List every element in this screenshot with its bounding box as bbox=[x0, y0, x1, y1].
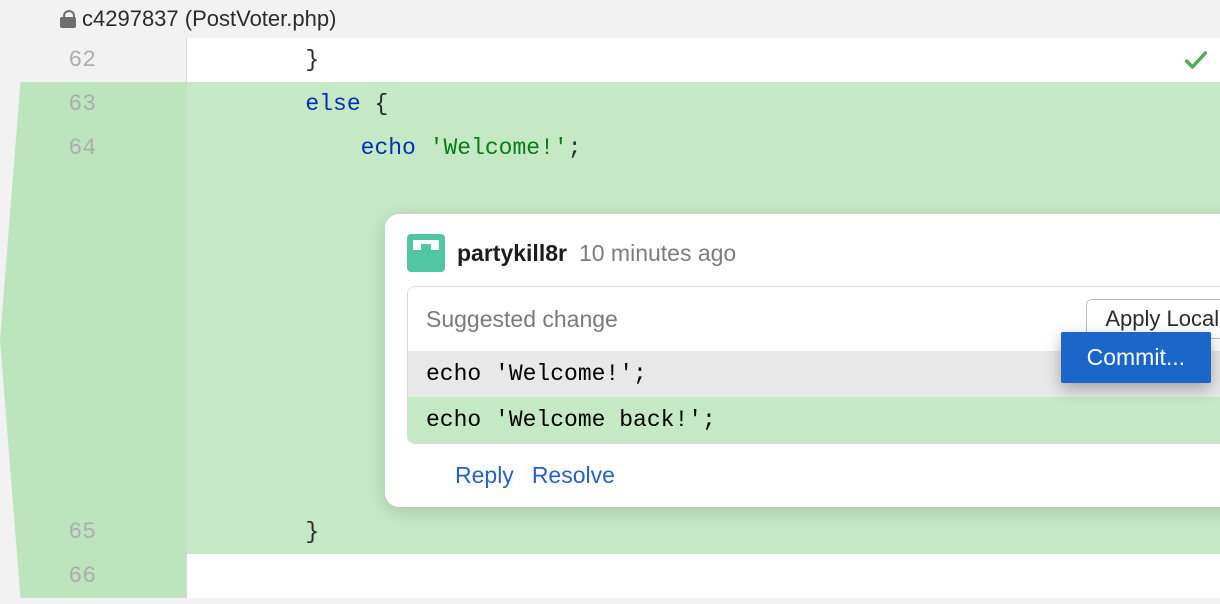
resolve-link[interactable]: Resolve bbox=[532, 462, 615, 489]
code-line: } bbox=[187, 38, 1220, 82]
review-comment-card: partykill8r 10 minutes ago Suggested cha… bbox=[385, 214, 1220, 507]
apply-dropdown-menu: Commit... bbox=[1061, 332, 1211, 383]
line-number: 65 bbox=[0, 510, 96, 554]
suggested-change-title: Suggested change bbox=[426, 306, 618, 333]
comment-actions: Reply Resolve bbox=[385, 444, 1220, 489]
comment-header: partykill8r 10 minutes ago bbox=[385, 234, 1220, 286]
code-semi: ; bbox=[568, 135, 582, 161]
editor-container: 62 63 64 65 66 } else { echo 'Welcome!';… bbox=[0, 38, 1220, 598]
commit-menu-item[interactable]: Commit... bbox=[1061, 332, 1211, 383]
code-fn: echo bbox=[361, 135, 416, 161]
comment-timestamp: 10 minutes ago bbox=[579, 240, 736, 267]
editor-tab[interactable]: c4297837 (PostVoter.php) bbox=[60, 6, 336, 32]
line-number: 62 bbox=[0, 38, 96, 82]
code-line bbox=[187, 554, 1220, 598]
code-brace: } bbox=[305, 47, 319, 73]
code-line-added: else { bbox=[187, 82, 1220, 126]
reply-link[interactable]: Reply bbox=[455, 462, 514, 489]
code-line-added: } bbox=[187, 510, 1220, 554]
tab-bar: c4297837 (PostVoter.php) bbox=[0, 0, 1220, 38]
gutter: 62 63 64 65 66 bbox=[0, 38, 186, 598]
line-number: 66 bbox=[0, 554, 96, 598]
inspection-ok-icon[interactable] bbox=[1182, 46, 1210, 74]
code-brace: { bbox=[361, 91, 389, 117]
code-brace: } bbox=[305, 519, 319, 545]
tab-label: c4297837 (PostVoter.php) bbox=[82, 6, 336, 32]
gutter-spacer bbox=[0, 170, 96, 510]
code-area[interactable]: } else { echo 'Welcome!'; } partykill8r … bbox=[186, 38, 1220, 598]
code-keyword: else bbox=[305, 91, 360, 117]
line-number: 64 bbox=[0, 126, 96, 170]
diff-added-line: echo 'Welcome back!'; bbox=[408, 397, 1220, 443]
avatar bbox=[407, 234, 445, 272]
code-string: 'Welcome!' bbox=[416, 135, 568, 161]
line-number: 63 bbox=[0, 82, 96, 126]
lock-icon bbox=[60, 10, 76, 28]
code-line-added: echo 'Welcome!'; bbox=[187, 126, 1220, 170]
comment-author: partykill8r bbox=[457, 240, 567, 267]
